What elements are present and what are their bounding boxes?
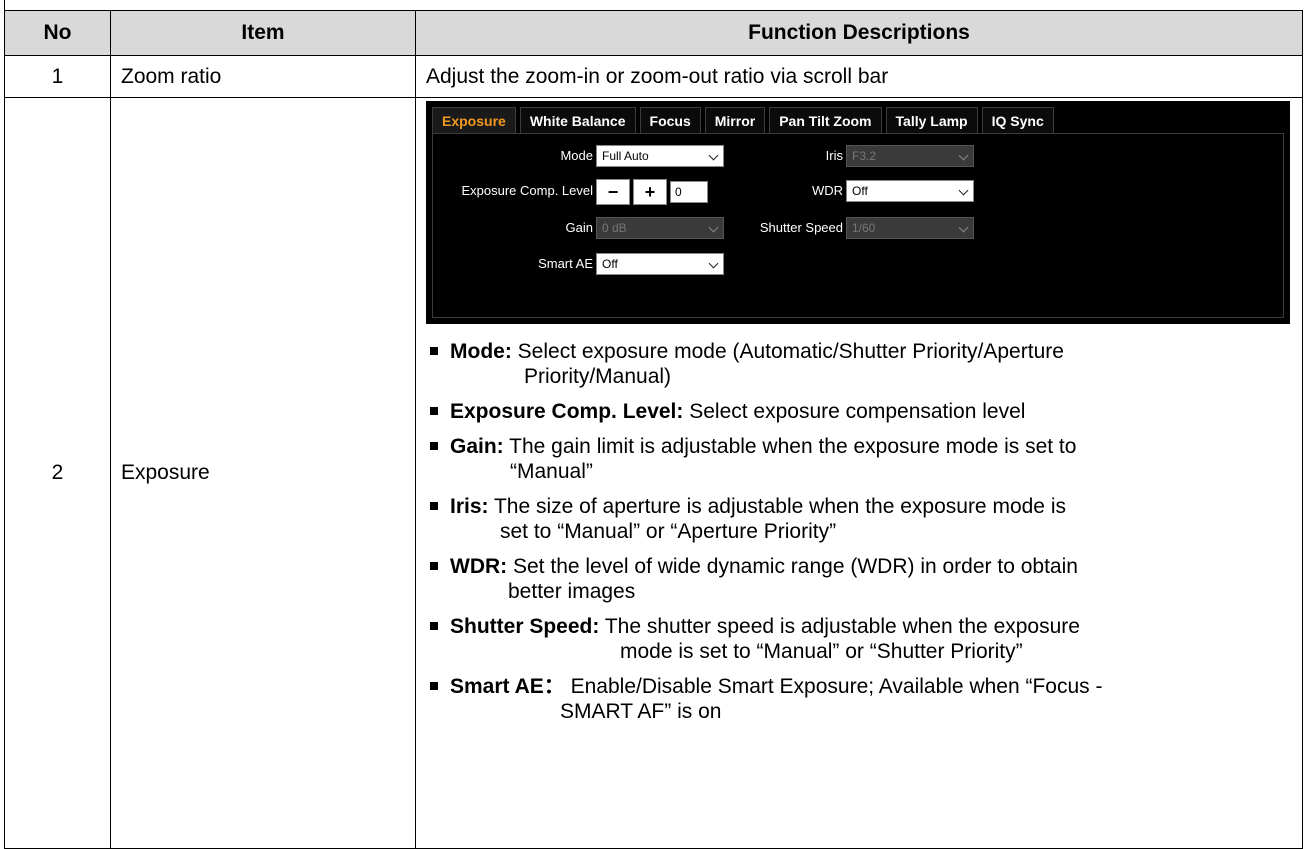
bullet-text: Select exposure mode (Automatic/Shutter …	[517, 340, 1064, 363]
bullet-term: Exposure Comp. Level:	[450, 400, 684, 423]
header-item: Item	[110, 10, 416, 56]
list-item: Mode: Select exposure mode (Automatic/Sh…	[416, 339, 1302, 389]
row-description: Exposure White Balance Focus Mirror Pan …	[415, 97, 1303, 849]
header-function-descriptions: Function Descriptions	[415, 10, 1303, 56]
bullet-text: The gain limit is adjustable when the ex…	[509, 435, 1077, 458]
bullet-term: Iris:	[450, 495, 489, 518]
exposure-settings-screenshot: Exposure White Balance Focus Mirror Pan …	[426, 101, 1290, 324]
gain-select[interactable]: 0 dB	[596, 217, 724, 239]
list-item: Iris: The size of aperture is adjustable…	[416, 494, 1302, 544]
table-row: 2 Exposure Exposure White Balance Focus …	[4, 97, 1303, 849]
smart-ae-label: Smart AE	[538, 256, 593, 271]
chevron-down-icon	[708, 222, 719, 233]
shutter-speed-value: 1/60	[852, 221, 876, 235]
bullet-text-continued: “Manual”	[510, 460, 593, 483]
chevron-down-icon	[958, 222, 969, 233]
row-number: 1	[4, 55, 111, 98]
mode-label: Mode	[560, 148, 593, 163]
wdr-label: WDR	[811, 183, 843, 198]
bullet-text-continued: better images	[508, 580, 636, 603]
decrease-button[interactable]: −	[596, 179, 630, 205]
list-item: WDR: Set the level of wide dynamic range…	[416, 554, 1302, 604]
bullet-square-icon	[430, 407, 438, 415]
row-description: Adjust the zoom-in or zoom-out ratio via…	[415, 55, 1303, 98]
function-table: No Item Function Descriptions 1 Zoom rat…	[4, 10, 1303, 849]
iris-label: Iris	[825, 148, 843, 163]
gain-value: 0 dB	[602, 221, 627, 235]
settings-tabs: Exposure White Balance Focus Mirror Pan …	[432, 107, 1054, 133]
tab-iq-sync[interactable]: IQ Sync	[981, 107, 1054, 133]
bullet-term: Mode:	[450, 340, 512, 363]
bullet-square-icon	[430, 502, 438, 510]
bullet-text: Set the level of wide dynamic range (WDR…	[513, 555, 1078, 578]
tab-focus[interactable]: Focus	[639, 107, 701, 133]
mode-select[interactable]: Full Auto	[596, 145, 724, 167]
list-item: Smart AE： Enable/Disable Smart Exposure;…	[416, 674, 1302, 724]
document-frame: No Item Function Descriptions 1 Zoom rat…	[4, 0, 1303, 849]
row-item: Exposure	[110, 97, 416, 849]
iris-value: F3.2	[852, 149, 877, 163]
chevron-down-icon	[958, 185, 969, 196]
chevron-down-icon	[958, 150, 969, 161]
row-item: Zoom ratio	[110, 55, 416, 98]
table-row: 1 Zoom ratio Adjust the zoom-in or zoom-…	[4, 55, 1303, 98]
tab-mirror[interactable]: Mirror	[704, 107, 766, 133]
list-item: Shutter Speed: The shutter speed is adju…	[416, 614, 1302, 664]
tab-exposure[interactable]: Exposure	[432, 107, 516, 133]
mode-value: Full Auto	[602, 149, 649, 163]
exposure-comp-label: Exposure Comp. Level	[461, 183, 593, 198]
table-lead-line	[4, 0, 5, 10]
tab-tally-lamp[interactable]: Tally Lamp	[885, 107, 978, 133]
tab-white-balance[interactable]: White Balance	[519, 107, 636, 133]
bullet-text-continued: Priority/Manual)	[524, 365, 672, 388]
bullet-text-continued: mode is set to “Manual” or “Shutter Prio…	[620, 640, 1023, 663]
bullet-term: Gain:	[450, 435, 504, 458]
bullet-text: The size of aperture is adjustable when …	[493, 495, 1066, 518]
exposure-comp-input[interactable]: 0	[670, 181, 708, 203]
bullet-text-continued: SMART AF” is on	[560, 700, 722, 723]
bullet-text-continued: set to “Manual” or “Aperture Priority”	[500, 520, 837, 543]
list-item: Gain: The gain limit is adjustable when …	[416, 434, 1302, 484]
gain-label: Gain	[565, 220, 593, 235]
wdr-value: Off	[852, 184, 868, 198]
bullet-square-icon	[430, 682, 438, 690]
bullet-text: The shutter speed is adjustable when the…	[604, 615, 1080, 638]
bullet-square-icon	[430, 442, 438, 450]
chevron-down-icon	[708, 258, 719, 269]
shutter-speed-label: Shutter Speed	[759, 220, 843, 235]
list-item: Exposure Comp. Level: Select exposure co…	[416, 399, 1302, 424]
exposure-panel-body: Mode Full Auto Iris F3.2 Exposure Comp.	[432, 133, 1284, 318]
smart-ae-value: Off	[602, 257, 618, 271]
iris-select[interactable]: F3.2	[846, 145, 974, 167]
bullet-square-icon	[430, 562, 438, 570]
smart-ae-select[interactable]: Off	[596, 253, 724, 275]
bullet-term: Shutter Speed:	[450, 615, 600, 638]
bullet-term: WDR:	[450, 555, 508, 578]
header-no: No	[4, 10, 111, 56]
bullet-square-icon	[430, 622, 438, 630]
tab-pan-tilt-zoom[interactable]: Pan Tilt Zoom	[769, 107, 882, 133]
shutter-speed-select[interactable]: 1/60	[846, 217, 974, 239]
chevron-down-icon	[708, 150, 719, 161]
row-number: 2	[4, 97, 111, 849]
increase-button[interactable]: +	[633, 179, 667, 205]
bullet-square-icon	[430, 347, 438, 355]
bullet-term: Smart AE：	[450, 675, 565, 698]
wdr-select[interactable]: Off	[846, 180, 974, 202]
bullet-list: Mode: Select exposure mode (Automatic/Sh…	[416, 339, 1302, 724]
bullet-text: Select exposure compensation level	[689, 400, 1026, 423]
table-header-row: No Item Function Descriptions	[4, 10, 1303, 56]
bullet-text: Enable/Disable Smart Exposure; Available…	[570, 675, 1103, 698]
